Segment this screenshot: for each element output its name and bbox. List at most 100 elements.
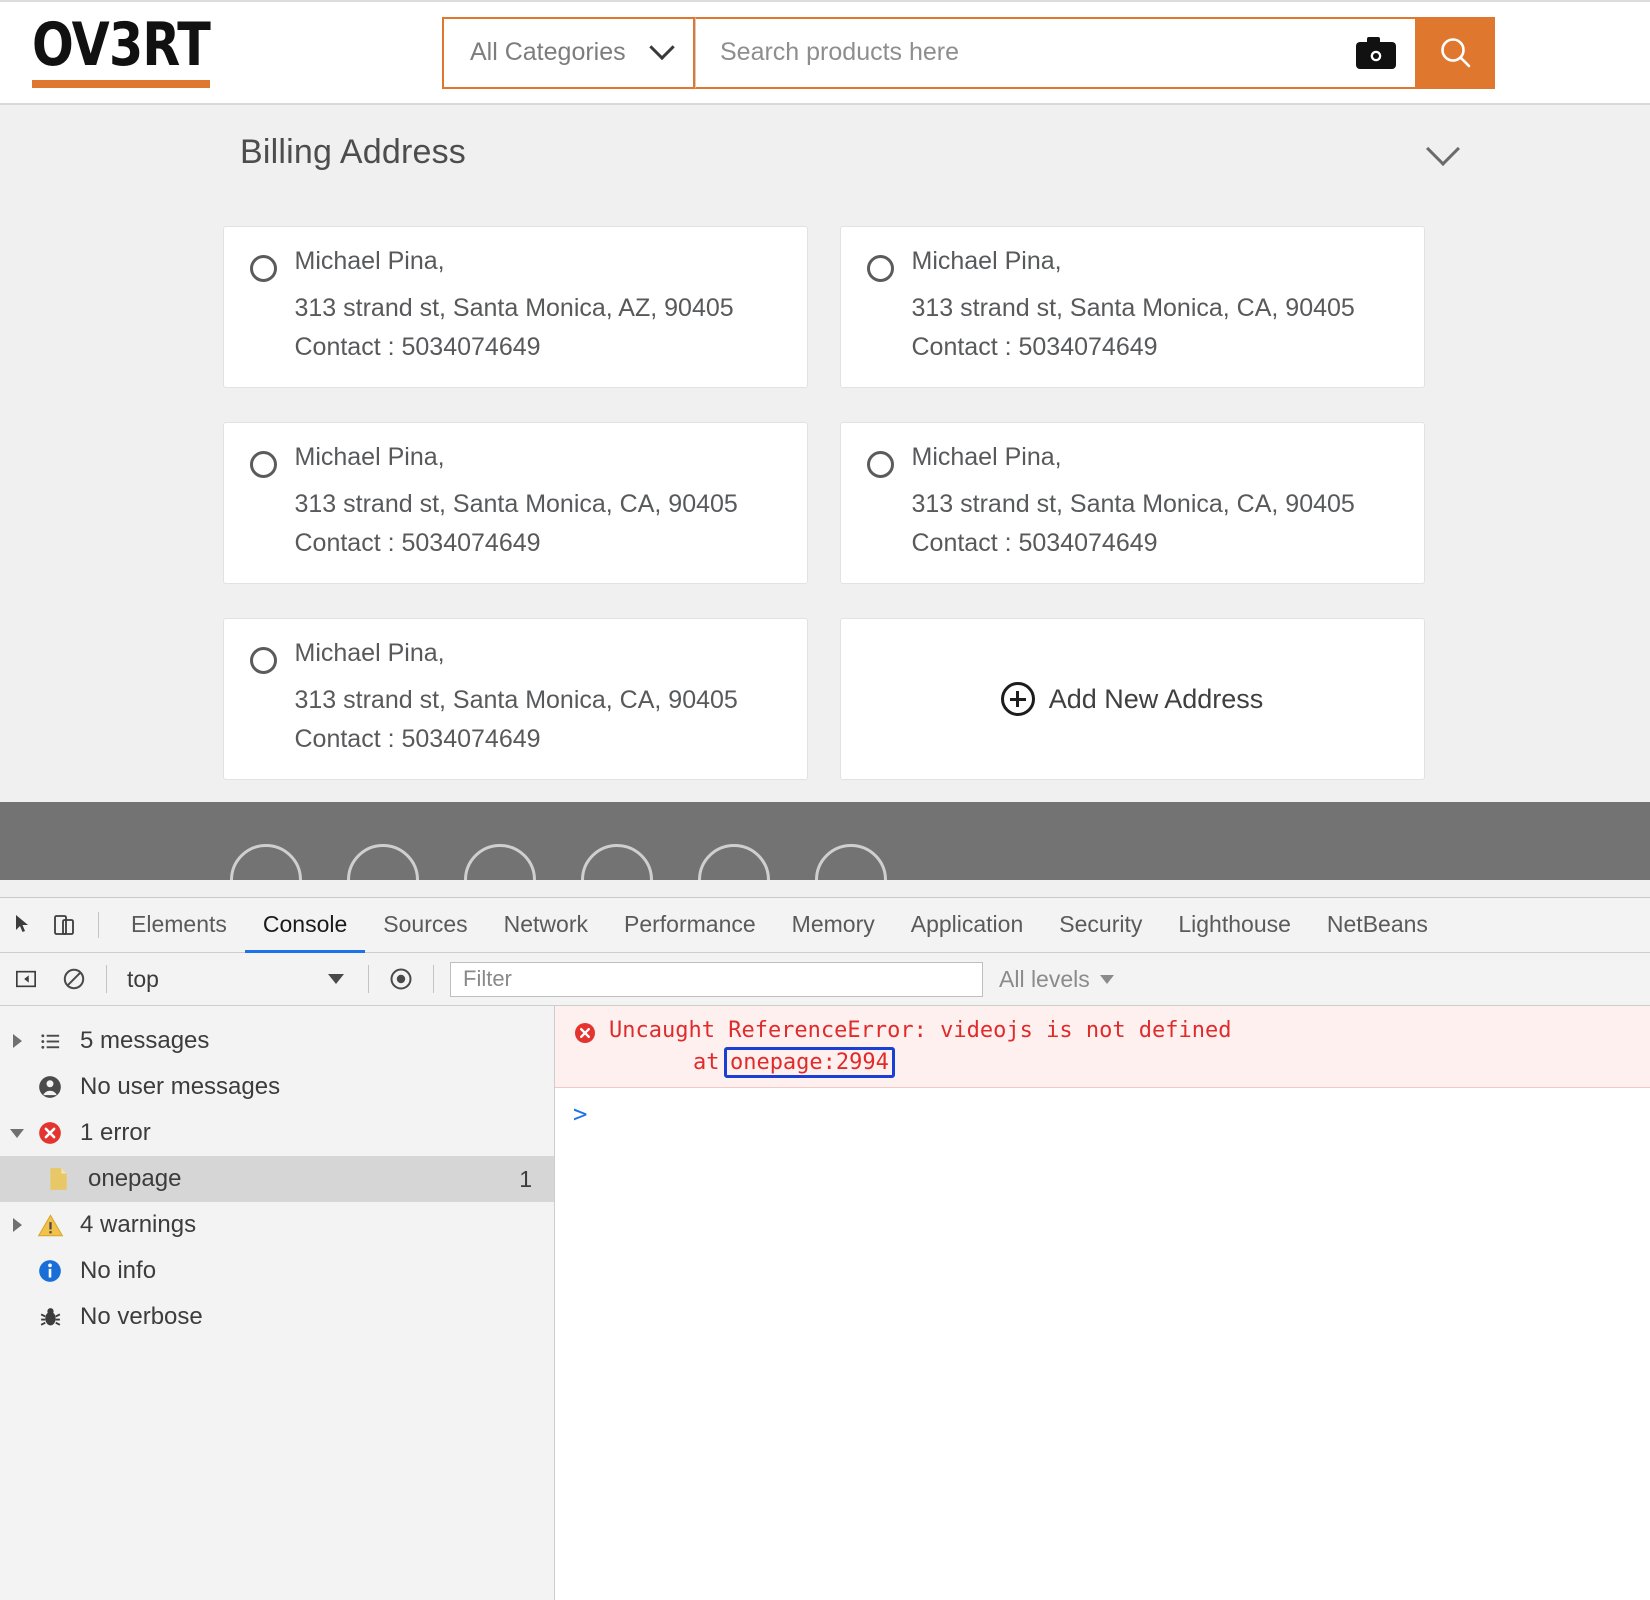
address-name: Michael Pina, <box>911 443 1062 471</box>
list-icon <box>30 1030 70 1053</box>
console-prompt-input[interactable] <box>597 1100 1650 1128</box>
address-name: Michael Pina, <box>294 247 445 275</box>
search-field <box>695 16 1417 89</box>
overlay-circle <box>815 844 887 880</box>
console-sidebar-toggle-icon[interactable] <box>6 959 46 999</box>
console-output: Uncaught ReferenceError: videojs is not … <box>555 1006 1650 1600</box>
address-card[interactable]: Michael Pina, 313 strand st, Santa Monic… <box>222 226 808 388</box>
add-new-address-label: Add New Address <box>1048 683 1264 714</box>
console-error-message: Uncaught ReferenceError: videojs is not … <box>609 1018 1232 1043</box>
overlay-circle <box>464 844 536 880</box>
search-group: All Categories <box>442 16 1495 89</box>
chevron-down-icon <box>649 34 675 60</box>
tab-security[interactable]: Security <box>1041 898 1160 953</box>
site-logo[interactable]: OV3RT <box>32 10 247 88</box>
address-card[interactable]: Michael Pina, 313 strand st, Santa Monic… <box>222 422 808 584</box>
sidebar-item-user-messages[interactable]: No user messages <box>0 1064 554 1110</box>
address-radio[interactable] <box>866 255 894 282</box>
live-expression-icon[interactable] <box>381 959 421 999</box>
billing-address-header: Billing Address <box>0 105 1650 172</box>
console-filter-input[interactable] <box>450 961 983 997</box>
tab-performance[interactable]: Performance <box>606 898 774 953</box>
toolbar-divider <box>368 965 369 993</box>
tab-netbeans[interactable]: NetBeans <box>1309 898 1446 953</box>
console-error-source-link[interactable]: onepage:2994 <box>723 1047 895 1079</box>
plus-circle-icon <box>1000 682 1035 716</box>
prompt-caret-icon: > <box>573 1100 588 1129</box>
address-radio[interactable] <box>249 451 277 478</box>
tab-elements[interactable]: Elements <box>113 898 245 953</box>
info-icon <box>30 1258 70 1284</box>
warning-icon <box>30 1212 70 1239</box>
overlay-circles <box>230 844 887 880</box>
console-prompt-row[interactable]: > <box>555 1088 1650 1130</box>
error-icon <box>573 1021 597 1050</box>
sidebar-item-messages[interactable]: 5 messages <box>0 1018 554 1064</box>
tab-sources[interactable]: Sources <box>365 898 485 953</box>
tab-network[interactable]: Network <box>486 898 606 953</box>
chevron-down-icon[interactable] <box>1426 131 1460 166</box>
collapse-arrow-icon[interactable] <box>4 1128 30 1138</box>
address-street: 313 strand st, Santa Monica, AZ, 90405 <box>294 294 734 322</box>
address-card[interactable]: Michael Pina, 313 strand st, Santa Monic… <box>839 226 1425 388</box>
console-context-select[interactable]: top <box>115 966 360 993</box>
sidebar-item-label: No verbose <box>80 1303 203 1330</box>
camera-icon[interactable] <box>1355 36 1397 70</box>
sidebar-item-warnings[interactable]: 4 warnings <box>0 1202 554 1248</box>
address-street: 313 strand st, Santa Monica, CA, 90405 <box>911 490 1355 518</box>
verbose-icon <box>30 1305 70 1330</box>
sidebar-item-errors[interactable]: 1 error <box>0 1110 554 1156</box>
toolbar-divider <box>98 912 99 938</box>
address-lines: Michael Pina, 313 strand st, Santa Monic… <box>295 641 738 752</box>
clear-console-icon[interactable] <box>54 959 94 999</box>
sidebar-item-label: onepage <box>88 1165 182 1192</box>
logo-text: OV3RT <box>32 10 211 80</box>
caret-down-icon <box>328 974 344 984</box>
expand-arrow-icon[interactable] <box>4 1034 30 1048</box>
address-radio[interactable] <box>249 255 277 282</box>
sidebar-item-label: 5 messages <box>80 1027 210 1054</box>
console-levels-label: All levels <box>999 965 1090 992</box>
page-overlay-band <box>0 802 1650 880</box>
tab-memory[interactable]: Memory <box>774 898 893 953</box>
user-icon <box>30 1074 70 1100</box>
expand-arrow-icon[interactable] <box>4 1218 30 1232</box>
search-input[interactable] <box>718 37 1355 68</box>
console-context-label: top <box>127 965 159 992</box>
device-toolbar-icon[interactable] <box>44 905 84 945</box>
tab-lighthouse[interactable]: Lighthouse <box>1160 898 1309 953</box>
overlay-circle <box>698 844 770 880</box>
billing-address-section: Billing Address Michael Pina, 313 strand… <box>0 105 1650 897</box>
address-card[interactable]: Michael Pina, 313 strand st, Santa Monic… <box>839 422 1425 584</box>
console-sidebar: 5 messages No user messages 1 error onep… <box>0 1006 555 1600</box>
address-contact: Contact : 5034074649 <box>911 333 1158 361</box>
tab-application[interactable]: Application <box>893 898 1042 953</box>
error-icon <box>30 1120 70 1146</box>
address-radio[interactable] <box>866 451 894 478</box>
sidebar-item-onepage[interactable]: onepage 1 <box>0 1156 554 1202</box>
sidebar-item-label: No info <box>80 1257 157 1284</box>
address-card[interactable]: Michael Pina, 313 strand st, Santa Monic… <box>222 618 808 780</box>
address-radio[interactable] <box>249 647 277 674</box>
sidebar-item-info[interactable]: No info <box>0 1248 554 1294</box>
site-header: OV3RT All Categories <box>0 0 1650 105</box>
sidebar-item-verbose[interactable]: No verbose <box>0 1294 554 1340</box>
tab-console[interactable]: Console <box>245 898 365 953</box>
address-lines: Michael Pina, 313 strand st, Santa Monic… <box>912 249 1355 360</box>
address-street: 313 strand st, Santa Monica, CA, 90405 <box>911 294 1355 322</box>
console-main: 5 messages No user messages 1 error onep… <box>0 1006 1650 1600</box>
logo-underline <box>32 80 210 88</box>
category-select[interactable]: All Categories <box>442 16 695 89</box>
toolbar-divider <box>433 965 434 993</box>
address-lines: Michael Pina, 313 strand st, Santa Monic… <box>295 445 738 556</box>
console-error-row[interactable]: Uncaught ReferenceError: videojs is not … <box>555 1006 1650 1089</box>
add-new-address-button[interactable]: Add New Address <box>839 618 1425 780</box>
category-select-label: All Categories <box>470 38 626 66</box>
toolbar-divider <box>106 965 107 993</box>
search-button[interactable] <box>1417 16 1495 89</box>
console-levels-select[interactable]: All levels <box>999 966 1114 993</box>
page-title: Billing Address <box>240 133 467 171</box>
search-icon <box>1441 37 1471 67</box>
console-error-body: Uncaught ReferenceError: videojs is not … <box>609 1016 1232 1079</box>
inspect-element-icon[interactable] <box>4 905 44 945</box>
